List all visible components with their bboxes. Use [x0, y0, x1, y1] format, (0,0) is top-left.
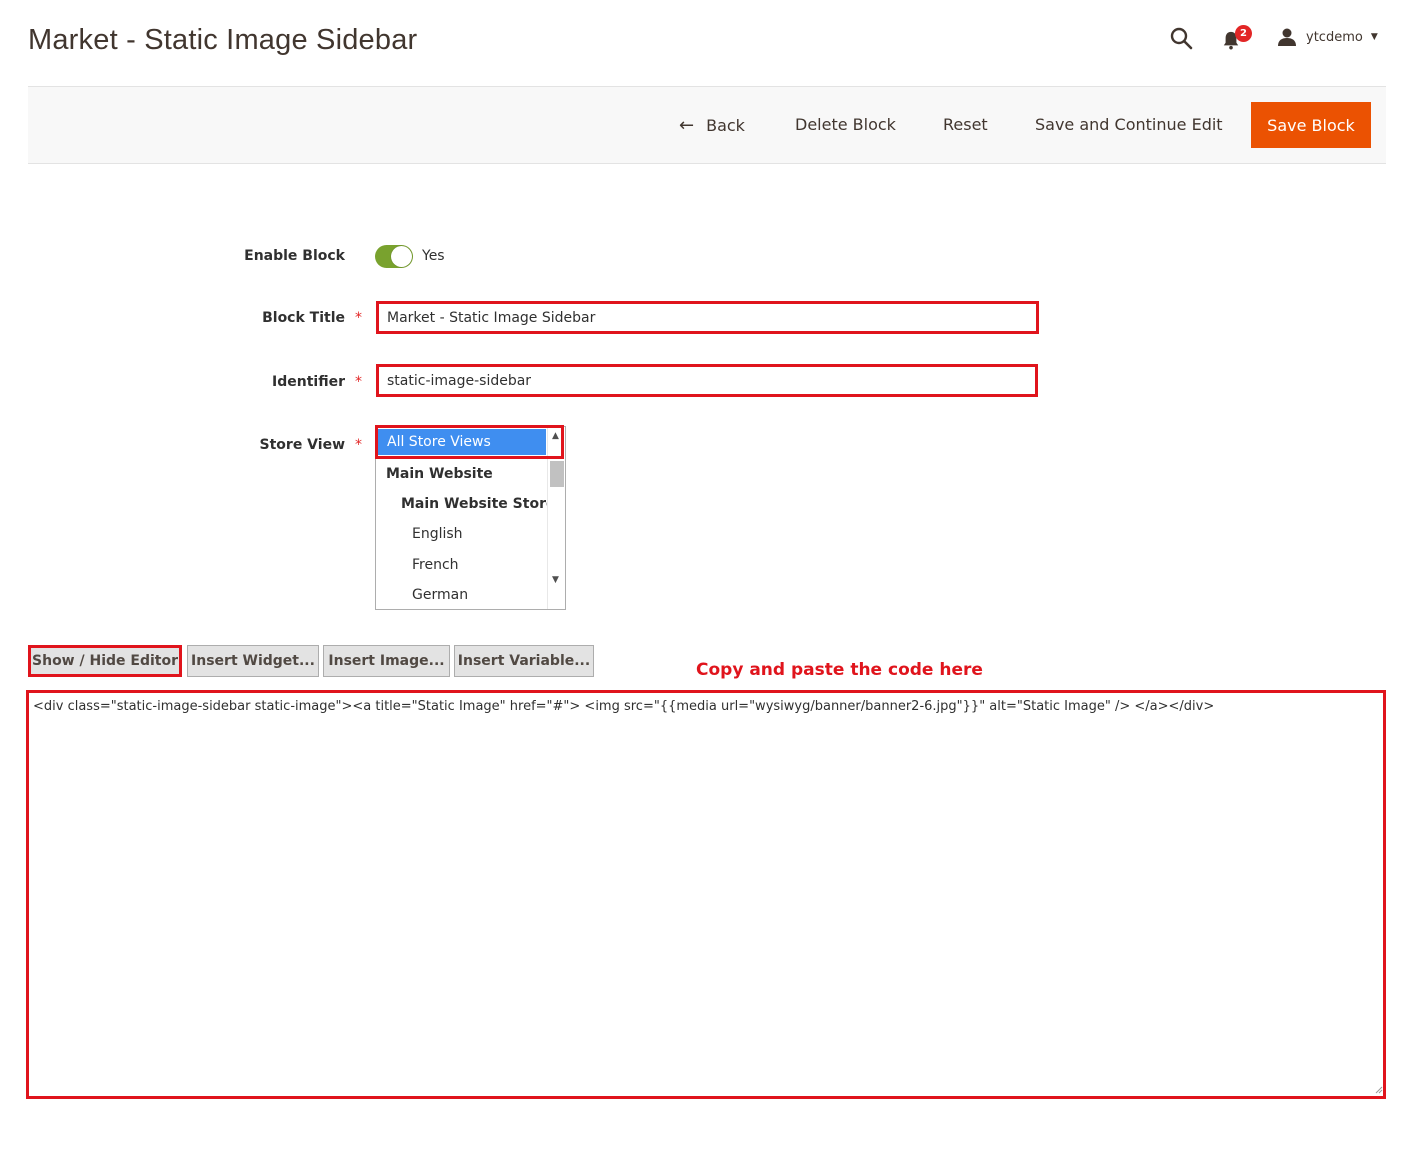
identifier-label: Identifier — [272, 374, 345, 390]
store-view-option[interactable]: English — [376, 519, 548, 549]
identifier-input[interactable] — [376, 364, 1038, 397]
arrow-left-icon: ← — [679, 115, 695, 136]
user-menu[interactable]: ytcdemo ▼ — [1277, 26, 1378, 48]
search-icon[interactable] — [1169, 26, 1193, 50]
toggle-knob — [391, 246, 412, 267]
insert-image-button[interactable]: Insert Image... — [323, 645, 450, 677]
back-button[interactable]: ← Back — [679, 115, 745, 136]
delete-block-button[interactable]: Delete Block — [795, 115, 896, 134]
content-textarea[interactable]: <div class="static-image-sidebar static-… — [26, 690, 1386, 1099]
store-view-option[interactable]: French — [376, 550, 548, 580]
required-mark: * — [355, 437, 362, 453]
scrollbar[interactable]: ▲ ▼ — [547, 427, 565, 609]
store-view-option[interactable]: Main Website Store — [376, 489, 555, 519]
enable-block-label: Enable Block — [244, 248, 345, 264]
page-actions-bar: ← Back Delete Block Reset Save and Conti… — [28, 86, 1386, 164]
store-view-option[interactable]: Main Website — [376, 459, 548, 489]
block-title-input[interactable] — [376, 301, 1039, 334]
chevron-down-icon[interactable]: ▼ — [552, 575, 559, 585]
enable-block-toggle[interactable] — [375, 245, 413, 268]
notification-count-badge: 2 — [1235, 25, 1252, 42]
save-block-button[interactable]: Save Block — [1251, 102, 1371, 148]
required-mark: * — [355, 374, 362, 390]
reset-button[interactable]: Reset — [943, 115, 988, 134]
insert-widget-button[interactable]: Insert Widget... — [187, 645, 319, 677]
block-title-label: Block Title — [262, 310, 345, 326]
scrollbar-thumb[interactable] — [550, 461, 564, 487]
chevron-up-icon[interactable]: ▲ — [552, 431, 559, 441]
resize-grip-icon[interactable] — [1375, 1086, 1383, 1094]
show-hide-editor-button[interactable]: Show / Hide Editor — [28, 645, 182, 677]
annotation-text: Copy and paste the code here — [696, 660, 983, 680]
back-label: Back — [706, 116, 745, 135]
insert-variable-button[interactable]: Insert Variable... — [454, 645, 594, 677]
store-view-multiselect[interactable]: All Store Views Main Website Main Websit… — [375, 426, 566, 610]
store-view-option[interactable]: German — [376, 580, 548, 609]
chevron-down-icon: ▼ — [1370, 32, 1378, 42]
enable-block-value: Yes — [422, 248, 445, 264]
save-and-continue-button[interactable]: Save and Continue Edit — [1035, 115, 1223, 134]
page-title: Market - Static Image Sidebar — [28, 24, 418, 56]
notifications-button[interactable]: 2 — [1222, 25, 1252, 52]
store-view-label: Store View — [259, 437, 345, 453]
store-view-option[interactable]: All Store Views — [378, 429, 546, 455]
user-icon — [1278, 28, 1296, 46]
user-name: ytcdemo — [1306, 29, 1363, 45]
required-mark: * — [355, 310, 362, 326]
